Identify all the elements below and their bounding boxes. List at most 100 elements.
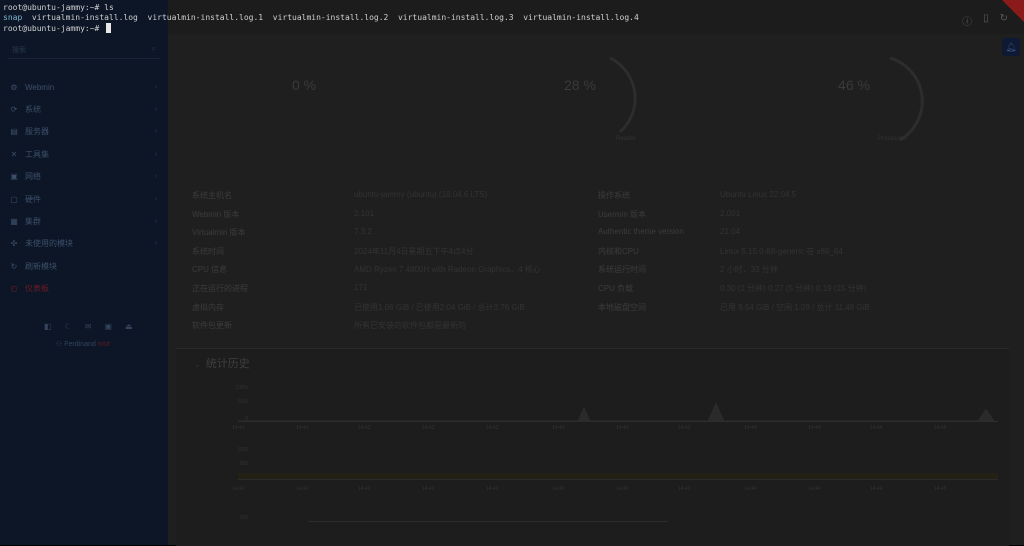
sidebar-user[interactable]: ⚇ Ferdinand root bbox=[56, 340, 110, 348]
x-tick-label: 14:44 bbox=[744, 486, 757, 492]
y-tick-label: 100 bbox=[239, 515, 248, 521]
info-label: 系统运行时间 bbox=[598, 265, 646, 275]
chevron-right-icon: › bbox=[154, 150, 157, 158]
gauge-label: Reader bbox=[616, 136, 636, 142]
info-value[interactable]: 所有已安装的软件包都是最新的 bbox=[354, 320, 466, 331]
chart-gridline bbox=[308, 521, 668, 522]
x-tick-label: 14:42 bbox=[422, 425, 435, 431]
info-value: ubuntu-jammy (ubuntu) (18.04.6 LTS) bbox=[354, 190, 488, 199]
info-value: 0.30 (1 分钟) 0.27 (5 分钟) 0.19 (15 分钟) bbox=[720, 284, 867, 293]
reload-icon: ↻ bbox=[10, 261, 18, 271]
sidebar-item-system[interactable]: ⟳ 系统 › bbox=[0, 98, 168, 120]
sidebar-item-label: 硬件 bbox=[25, 194, 41, 204]
info-value: Linux 5.15.0-88-generic 在 x86_64 bbox=[720, 246, 843, 256]
chevron-right-icon: › bbox=[154, 83, 157, 91]
terminal-overlay[interactable]: root@ubuntu-jammy:~# ls snap virtualmin-… bbox=[0, 0, 1024, 40]
info-label: Usermin 版本 bbox=[598, 209, 647, 219]
terminal-file: virtualmin-install.log.2 bbox=[272, 13, 389, 22]
x-tick-label: 14:43 bbox=[678, 486, 691, 492]
sidebar-menu: ⚙ Webmin › ⟳ 系统 › ▤ 服务器 › ✕ 工具集 › ▣ 网络 › ▢ 硬件 › ▦ 集群 ›… bbox=[0, 76, 168, 300]
x-tick-label: 14:43 bbox=[552, 486, 565, 492]
logout-icon[interactable]: ⏏ bbox=[125, 322, 133, 331]
info-value: 7.3.2 bbox=[354, 227, 372, 237]
gauge-label: Processes bbox=[878, 136, 907, 142]
mail-icon[interactable]: ✉ bbox=[85, 322, 92, 331]
info-label: Virtualmin 版本 bbox=[192, 228, 246, 238]
x-tick-label: 14:42 bbox=[358, 425, 371, 431]
sidebar-item-label: 未使用的模块 bbox=[25, 239, 73, 249]
sidebar-item-cluster[interactable]: ▦ 集群 › bbox=[0, 210, 168, 232]
sidebar-item-label: 服务器 bbox=[25, 127, 49, 137]
info-value: 已使用1.06 GiB / 已使用2.04 GiB / 总计3.76 GiB bbox=[354, 302, 525, 312]
dashboard-icon: ◴ bbox=[10, 284, 18, 294]
terminal-icon[interactable]: ◧ bbox=[44, 322, 52, 331]
chevron-right-icon: › bbox=[154, 128, 157, 136]
info-label: 内核和CPU bbox=[598, 246, 639, 256]
search-input[interactable]: 搜索 bbox=[12, 45, 26, 55]
chevron-right-icon: › bbox=[154, 173, 157, 181]
gauge-memory: 28 % Reader bbox=[520, 28, 640, 148]
info-value: 2024年11月4日星期五下午4点4分 bbox=[354, 246, 474, 256]
sidebar-item-unused-modules[interactable]: ✣ 未使用的模块 › bbox=[0, 233, 168, 255]
moon-icon[interactable]: ☾ bbox=[65, 322, 72, 331]
terminal-file: virtualmin-install.log.4 bbox=[523, 13, 639, 22]
gauge-value: 28 % bbox=[564, 77, 596, 93]
sidebar-item-network[interactable]: ▣ 网络 › bbox=[0, 166, 168, 188]
info-label: 本地磁盘空间 bbox=[598, 302, 646, 312]
sidebar-item-hardware[interactable]: ▢ 硬件 › bbox=[0, 188, 168, 210]
x-tick-label: 14:42 bbox=[486, 486, 499, 492]
sidebar-item-dashboard[interactable]: ◴ 仪表板 bbox=[0, 278, 168, 300]
sidebar-item-servers[interactable]: ▤ 服务器 › bbox=[0, 121, 168, 143]
chevron-right-icon: › bbox=[154, 240, 157, 248]
info-value: 2.101 bbox=[354, 208, 375, 218]
chevron-down-icon: ⌄ bbox=[194, 360, 201, 369]
puzzle-icon: ✣ bbox=[10, 239, 18, 249]
x-tick-label: 14:44 bbox=[870, 425, 883, 431]
gauge-swap: 46 % Processes bbox=[794, 28, 924, 148]
sidebar-item-webmin[interactable]: ⚙ Webmin › bbox=[0, 76, 168, 98]
user-name: Ferdinand bbox=[64, 341, 96, 348]
x-tick-label: 14:41 bbox=[296, 425, 309, 431]
panel-title[interactable]: ⌄ 统计历史 bbox=[194, 355, 250, 371]
terminal-file: virtualmin-install.log bbox=[31, 13, 138, 22]
sidebar-item-label: 仪表板 bbox=[25, 284, 49, 294]
x-tick-label: 14:43 bbox=[552, 425, 565, 431]
info-label: 软件包更新 bbox=[192, 321, 232, 331]
panel-title-text: 统计历史 bbox=[205, 358, 250, 370]
chevron-right-icon: › bbox=[154, 195, 157, 203]
hardware-icon: ▢ bbox=[10, 194, 18, 204]
x-tick-label: 14:44 bbox=[870, 486, 883, 492]
terminal-file: virtualmin-install.log.1 bbox=[147, 13, 264, 22]
terminal-prompt: root@ubuntu-jammy:~# bbox=[3, 24, 100, 33]
sidebar: 搜索 ⌕ ⚙ Webmin › ⟳ 系统 › ▤ 服务器 › ✕ 工具集 › ▣ 网络 › ▢ 硬件 ›… bbox=[0, 0, 168, 545]
webmin-dashboard-page: 搜索 ⌕ ⚙ Webmin › ⟳ 系统 › ▤ 服务器 › ✕ 工具集 › ▣ 网络 › ▢ 硬件 ›… bbox=[0, 0, 1024, 546]
info-value: 21.04 bbox=[720, 227, 741, 237]
sidebar-item-label: Webmin bbox=[25, 82, 55, 92]
search-icon[interactable]: ⌕ bbox=[152, 44, 156, 54]
sidebar-item-label: 工具集 bbox=[25, 149, 49, 159]
chart-baseline bbox=[238, 479, 998, 480]
notification-bell-icon[interactable]: 🔔︎ bbox=[1002, 38, 1020, 56]
x-tick-label: 14:42 bbox=[486, 425, 499, 431]
terminal-file: virtualmin-install.log.3 bbox=[397, 13, 514, 22]
info-value: 已用 9.54 GiB / 空闲 1.09 / 总计 11.48 GiB bbox=[720, 302, 870, 312]
info-label: Authentic theme version bbox=[598, 227, 684, 237]
chevron-right-icon: › bbox=[154, 106, 157, 114]
terminal-line-3: root@ubuntu-jammy:~# bbox=[3, 23, 112, 35]
gauge-value: 46 % bbox=[838, 77, 870, 93]
info-label: Webmin 版本 bbox=[192, 209, 240, 219]
sidebar-item-refresh-modules[interactable]: ↻ 刷新模块 bbox=[0, 255, 168, 277]
y-tick-label: 500 bbox=[239, 461, 248, 467]
settings-icon[interactable]: ▣ bbox=[104, 322, 112, 331]
x-tick-label: 14:45 bbox=[934, 425, 947, 431]
sidebar-item-label: 集群 bbox=[25, 217, 41, 227]
sidebar-search[interactable]: 搜索 ⌕ bbox=[8, 44, 160, 59]
x-tick-label: 14:43 bbox=[616, 486, 629, 492]
cluster-icon: ▦ bbox=[10, 217, 18, 227]
sidebar-item-tools[interactable]: ✕ 工具集 › bbox=[0, 143, 168, 165]
chevron-right-icon: › bbox=[154, 218, 157, 226]
sidebar-item-label: 网络 bbox=[25, 172, 41, 182]
info-label: 系统时间 bbox=[192, 246, 224, 256]
server-icon: ▤ bbox=[10, 127, 18, 137]
gear-icon: ⚙ bbox=[10, 82, 18, 92]
